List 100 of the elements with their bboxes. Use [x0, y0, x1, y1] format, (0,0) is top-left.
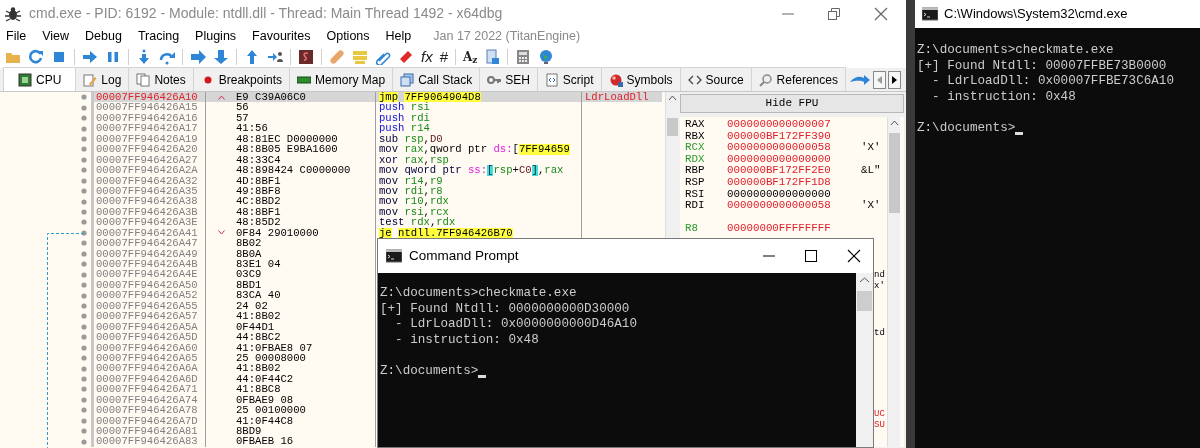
tab[interactable]: CPU — [3, 67, 77, 91]
register-comment: td — [874, 327, 885, 340]
dot-icon — [81, 209, 87, 216]
bytes-text: 0FBAEB 16 — [236, 436, 294, 447]
scrollbar-thumb[interactable] — [857, 291, 872, 311]
register-comment: UC — [874, 408, 885, 421]
dot-icon — [81, 198, 87, 205]
register-value[interactable]: 000000BF172FF2E0 — [727, 165, 861, 177]
disasm-row[interactable]: 00007FF946426A32 4D:8BF1 mov r14,r9 — [0, 175, 665, 186]
register-comment: 'X' — [861, 142, 881, 154]
disasm-row[interactable]: 00007FF946426A15 56 push rsi — [0, 102, 665, 113]
disasm-row[interactable]: 00007FF946426A16 57 push rdi — [0, 112, 665, 124]
arrow-up-icon[interactable] — [244, 48, 260, 65]
toolbar-glyph[interactable]: # — [439, 48, 448, 65]
menu-item[interactable]: Debug — [85, 26, 122, 46]
instruction-text: push rdi — [379, 112, 430, 124]
toolbar-glyph[interactable]: fx — [421, 48, 433, 65]
scrollbar-thumb[interactable] — [666, 118, 678, 136]
instruction-text: xor rax,rsp — [379, 154, 449, 166]
menu-item[interactable]: Plugins — [195, 26, 237, 46]
bytes-text: 48:8B05 E9BA1600 — [236, 144, 338, 155]
register-value[interactable]: 00000000FFFFFFFF — [727, 223, 861, 235]
step-into-icon[interactable] — [136, 48, 152, 65]
instruction-text: mov r14,r9 — [379, 175, 443, 186]
console-line: Z:\documents>checkmate.exe — [917, 43, 1114, 57]
register-name: RSP — [685, 176, 706, 189]
dot-icon — [81, 438, 87, 445]
menu-item[interactable]: Help — [385, 26, 412, 46]
address-text: 00007FF946426A55 — [96, 299, 198, 312]
address-text: 00007FF946426A57 — [96, 310, 198, 323]
register-comment: &L" — [861, 165, 881, 177]
scroll-right-button[interactable] — [887, 71, 901, 89]
dot-icon — [81, 365, 87, 372]
register-value[interactable]: 000000BF172FF390 — [727, 130, 861, 143]
bytes-text: 44:0F44C2 — [236, 373, 294, 385]
calculator-icon[interactable] — [515, 48, 532, 65]
register-value[interactable]: 0000000000000000 — [727, 188, 861, 201]
dot-icon — [81, 282, 87, 289]
tag-icon[interactable] — [398, 48, 414, 65]
register-value[interactable]: 0000000000000058 — [727, 142, 861, 154]
maximize-icon[interactable] — [805, 250, 817, 262]
address-text: 00007FF946426A60 — [96, 341, 198, 354]
instruction-text: mov rdi,r8 — [379, 185, 443, 197]
console-line: Z:\documents>checkmate.exe — [380, 286, 577, 300]
disasm-row[interactable]: 00007FF946426A35 49:8BF8 mov rdi,r8 — [0, 185, 665, 197]
register-value[interactable]: 0000000000000000 — [727, 153, 861, 166]
scrollbar[interactable] — [856, 273, 873, 447]
script-icon[interactable] — [298, 48, 314, 65]
document-icon[interactable] — [484, 48, 501, 65]
arrow-right-icon[interactable] — [190, 48, 206, 65]
menu-item[interactable]: Tracing — [137, 26, 180, 46]
register-value[interactable]: 000000BF172FF1D8 — [727, 176, 861, 189]
address-text: 00007FF946426A6A — [96, 362, 198, 375]
tab[interactable]: References — [750, 67, 846, 91]
register-name: RCX — [685, 142, 706, 154]
restore-icon[interactable] — [828, 7, 840, 20]
console-line: - LdrLoadDll: 0x0000000000D46A10 — [394, 317, 637, 332]
address-text: 00007FF946426A5A — [96, 320, 198, 333]
menu-item[interactable]: View — [42, 26, 70, 46]
address-text: 00007FF946426A47 — [96, 237, 198, 250]
disasm-row[interactable]: 00007FF946426A17 41:56 push r14 — [0, 123, 665, 134]
dot-icon — [81, 94, 87, 101]
dot-icon — [81, 229, 87, 236]
dot-icon — [81, 115, 87, 122]
terminal-icon — [386, 249, 402, 263]
menu-item[interactable]: File — [6, 26, 27, 46]
address-text: 00007FF946426A49 — [96, 247, 198, 260]
dot-icon — [81, 135, 87, 142]
restart-icon[interactable] — [28, 48, 44, 65]
address-text: 00007FF946426A32 — [96, 174, 198, 187]
hide-fpu-button[interactable]: Hide FPU — [680, 94, 904, 113]
address-text: 00007FF946426A16 — [96, 111, 198, 124]
bytes-text: 49:8BF8 — [236, 185, 281, 197]
address-text: 00007FF946426A2A — [96, 164, 198, 177]
document-pencil-icon — [83, 72, 98, 87]
scrollbar[interactable] — [887, 117, 900, 447]
arrow-right-icon[interactable] — [82, 48, 98, 65]
scrollbar-thumb[interactable] — [888, 133, 900, 213]
dot-icon — [81, 334, 87, 341]
pages-icon — [136, 72, 151, 87]
disasm-row[interactable]: 00007FF946426A20 48:8B05 E9BA1600 mov rax,qword ptr ds:[7FF94659 — [0, 144, 665, 155]
disasm-row[interactable]: 00007FF946426A38 4C:8BD2 mov r10,rdx — [0, 196, 665, 207]
register-value[interactable]: 0000000000000007 — [727, 119, 861, 131]
dot-icon — [81, 313, 87, 320]
register-value[interactable]: 0000000000000058 — [727, 200, 861, 212]
globe-icon[interactable] — [538, 48, 555, 65]
console-prompt: Z:\documents> — [917, 120, 1016, 137]
address-text: 00007FF946426A20 — [96, 143, 198, 156]
menu-item[interactable]: Options — [326, 26, 370, 46]
arrow-down-icon[interactable] — [213, 48, 229, 65]
build-info: Jan 17 2022 (TitanEngine) — [433, 27, 581, 45]
dot-icon — [81, 428, 87, 435]
disasm-row[interactable]: 00007FF946426A2A 48:898424 C0000000 mov qword ptr ss:[rsp+C0],rax — [0, 165, 665, 176]
disasm-row[interactable]: 00007FF946426A3B 48:8BF1 mov rsi,rcx — [0, 206, 665, 218]
toolbar-glyph[interactable]: A$_{z}$ — [463, 48, 478, 65]
menu-item[interactable]: Favourites — [252, 26, 311, 46]
close-icon[interactable] — [847, 249, 861, 263]
disasm-row[interactable]: 00007FF946426A10 E9 C39A06C0 jmp 7FF9064904D8 LdrLoadDll — [0, 92, 665, 103]
register-comment: SU — [874, 420, 885, 433]
address-text: 00007FF946426A35 — [96, 184, 198, 197]
